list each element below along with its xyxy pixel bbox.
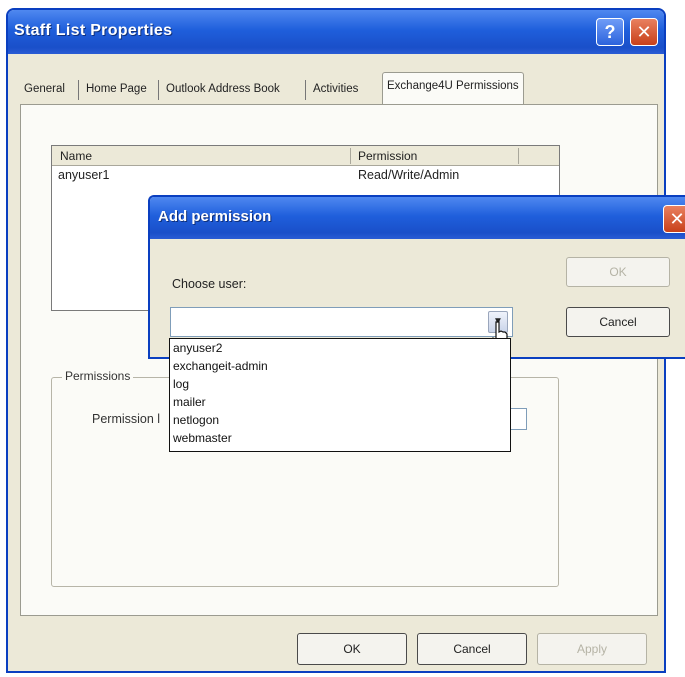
titlebar[interactable]: Staff List Properties ? ✕ bbox=[8, 10, 664, 54]
dialog-ok-button[interactable]: OK bbox=[566, 257, 670, 287]
dropdown-option[interactable]: mailer bbox=[173, 395, 206, 410]
tab-divider bbox=[305, 80, 306, 100]
add-permission-dialog: Add permission ✕ Choose user: ▼ OK Cance… bbox=[148, 195, 685, 359]
tab-home-page[interactable]: Home Page bbox=[82, 76, 151, 104]
tab-strip: General Home Page Outlook Address Book A… bbox=[20, 72, 654, 106]
tab-outlook-address-book[interactable]: Outlook Address Book bbox=[162, 76, 284, 104]
apply-button[interactable]: Apply bbox=[537, 633, 647, 665]
list-row-permission[interactable]: Read/Write/Admin bbox=[358, 168, 459, 182]
tab-divider bbox=[78, 80, 79, 100]
list-header: Name Permission bbox=[52, 146, 559, 166]
tab-general[interactable]: General bbox=[20, 76, 69, 104]
dropdown-option[interactable]: anyuser2 bbox=[173, 341, 222, 356]
dropdown-option[interactable]: log bbox=[173, 377, 189, 392]
dropdown-option[interactable]: exchangeit-admin bbox=[173, 359, 268, 374]
permission-level-label: Permission l bbox=[92, 412, 161, 426]
window-title: Staff List Properties bbox=[14, 22, 173, 39]
column-header-name[interactable]: Name bbox=[60, 149, 92, 163]
ok-button[interactable]: OK bbox=[297, 633, 407, 665]
choose-user-combobox[interactable]: ▼ bbox=[170, 307, 513, 337]
choose-user-label: Choose user: bbox=[172, 277, 247, 291]
list-row-name[interactable]: anyuser1 bbox=[58, 168, 109, 182]
dropdown-option[interactable]: webmaster bbox=[173, 431, 232, 446]
user-dropdown-list[interactable]: anyuser2 exchangeit-admin log mailer net… bbox=[169, 338, 511, 452]
tab-divider bbox=[158, 80, 159, 100]
close-icon[interactable]: ✕ bbox=[630, 18, 658, 46]
dialog-close-icon[interactable]: ✕ bbox=[663, 205, 685, 233]
dialog-cancel-button[interactable]: Cancel bbox=[566, 307, 670, 337]
column-divider[interactable] bbox=[518, 148, 519, 164]
dialog-titlebar[interactable]: Add permission ✕ bbox=[150, 197, 685, 239]
help-icon[interactable]: ? bbox=[596, 18, 624, 46]
column-header-permission[interactable]: Permission bbox=[358, 149, 417, 163]
dropdown-option[interactable]: netlogon bbox=[173, 413, 219, 428]
tab-exchange-permissions[interactable]: Exchange4U Permissions bbox=[382, 72, 524, 106]
cancel-button[interactable]: Cancel bbox=[417, 633, 527, 665]
column-divider[interactable] bbox=[350, 148, 351, 164]
tab-activities[interactable]: Activities bbox=[309, 76, 362, 104]
permissions-group-legend: Permissions bbox=[62, 369, 134, 383]
dialog-title: Add permission bbox=[158, 208, 272, 225]
